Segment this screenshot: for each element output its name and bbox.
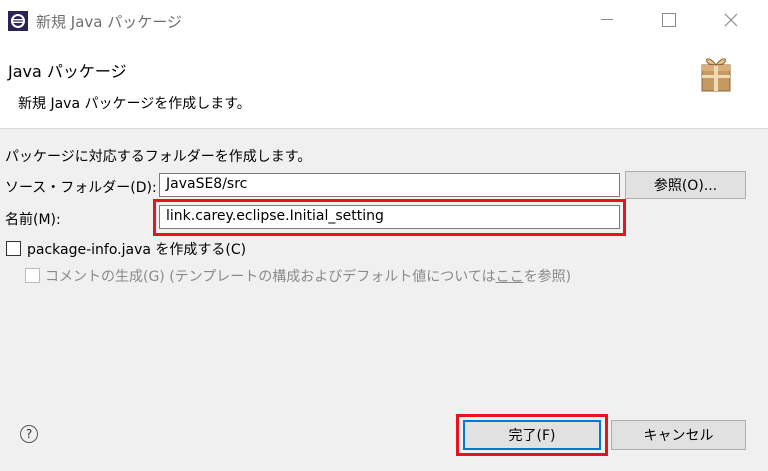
question-circle-icon[interactable]: ? xyxy=(20,425,38,443)
comment-label: コメントの生成(G) (テンプレートの構成およびデフォルト値についてはここを参照… xyxy=(45,266,571,286)
source-folder-field[interactable]: JavaSE8/src xyxy=(159,173,620,197)
package-info-label: package-info.java を作成する(C) xyxy=(27,242,247,258)
minimize-icon xyxy=(601,19,613,20)
wizard-content: パッケージに対応するフォルダーを作成します。 ソース・フォルダー(D): Jav… xyxy=(0,129,768,471)
comment-checkbox[interactable] xyxy=(25,268,40,283)
close-button[interactable] xyxy=(708,0,754,40)
wizard-header: Java パッケージ 新規 Java パッケージを作成します。 xyxy=(0,42,768,128)
page-description: 新規 Java パッケージを作成します。 xyxy=(18,96,251,112)
close-icon xyxy=(724,13,738,27)
package-info-checkbox[interactable] xyxy=(6,241,21,256)
eclipse-app-icon xyxy=(8,11,28,31)
name-label: 名前(M): xyxy=(5,212,61,228)
comment-label-suffix: を参照) xyxy=(523,269,572,285)
page-title: Java パッケージ xyxy=(8,62,127,81)
source-folder-label: ソース・フォルダー(D): xyxy=(5,180,157,196)
comment-settings-link[interactable]: ここ xyxy=(496,269,524,285)
window-title: 新規 Java パッケージ xyxy=(36,13,182,31)
comment-label-prefix: コメントの生成(G) (テンプレートの構成およびデフォルト値については xyxy=(45,269,496,285)
maximize-button[interactable] xyxy=(646,0,692,40)
form-intro: パッケージに対応するフォルダーを作成します。 xyxy=(5,149,312,165)
title-bar: 新規 Java パッケージ xyxy=(0,0,768,42)
minimize-button[interactable] xyxy=(584,0,630,40)
package-wizard-icon xyxy=(701,58,731,92)
cancel-button[interactable]: キャンセル xyxy=(611,420,746,450)
finish-button[interactable]: 完了(F) xyxy=(463,420,601,450)
maximize-icon xyxy=(662,13,676,27)
browse-button[interactable]: 参照(O)... xyxy=(625,171,746,199)
package-name-field[interactable]: link.carey.eclipse.Initial_setting xyxy=(159,205,620,229)
